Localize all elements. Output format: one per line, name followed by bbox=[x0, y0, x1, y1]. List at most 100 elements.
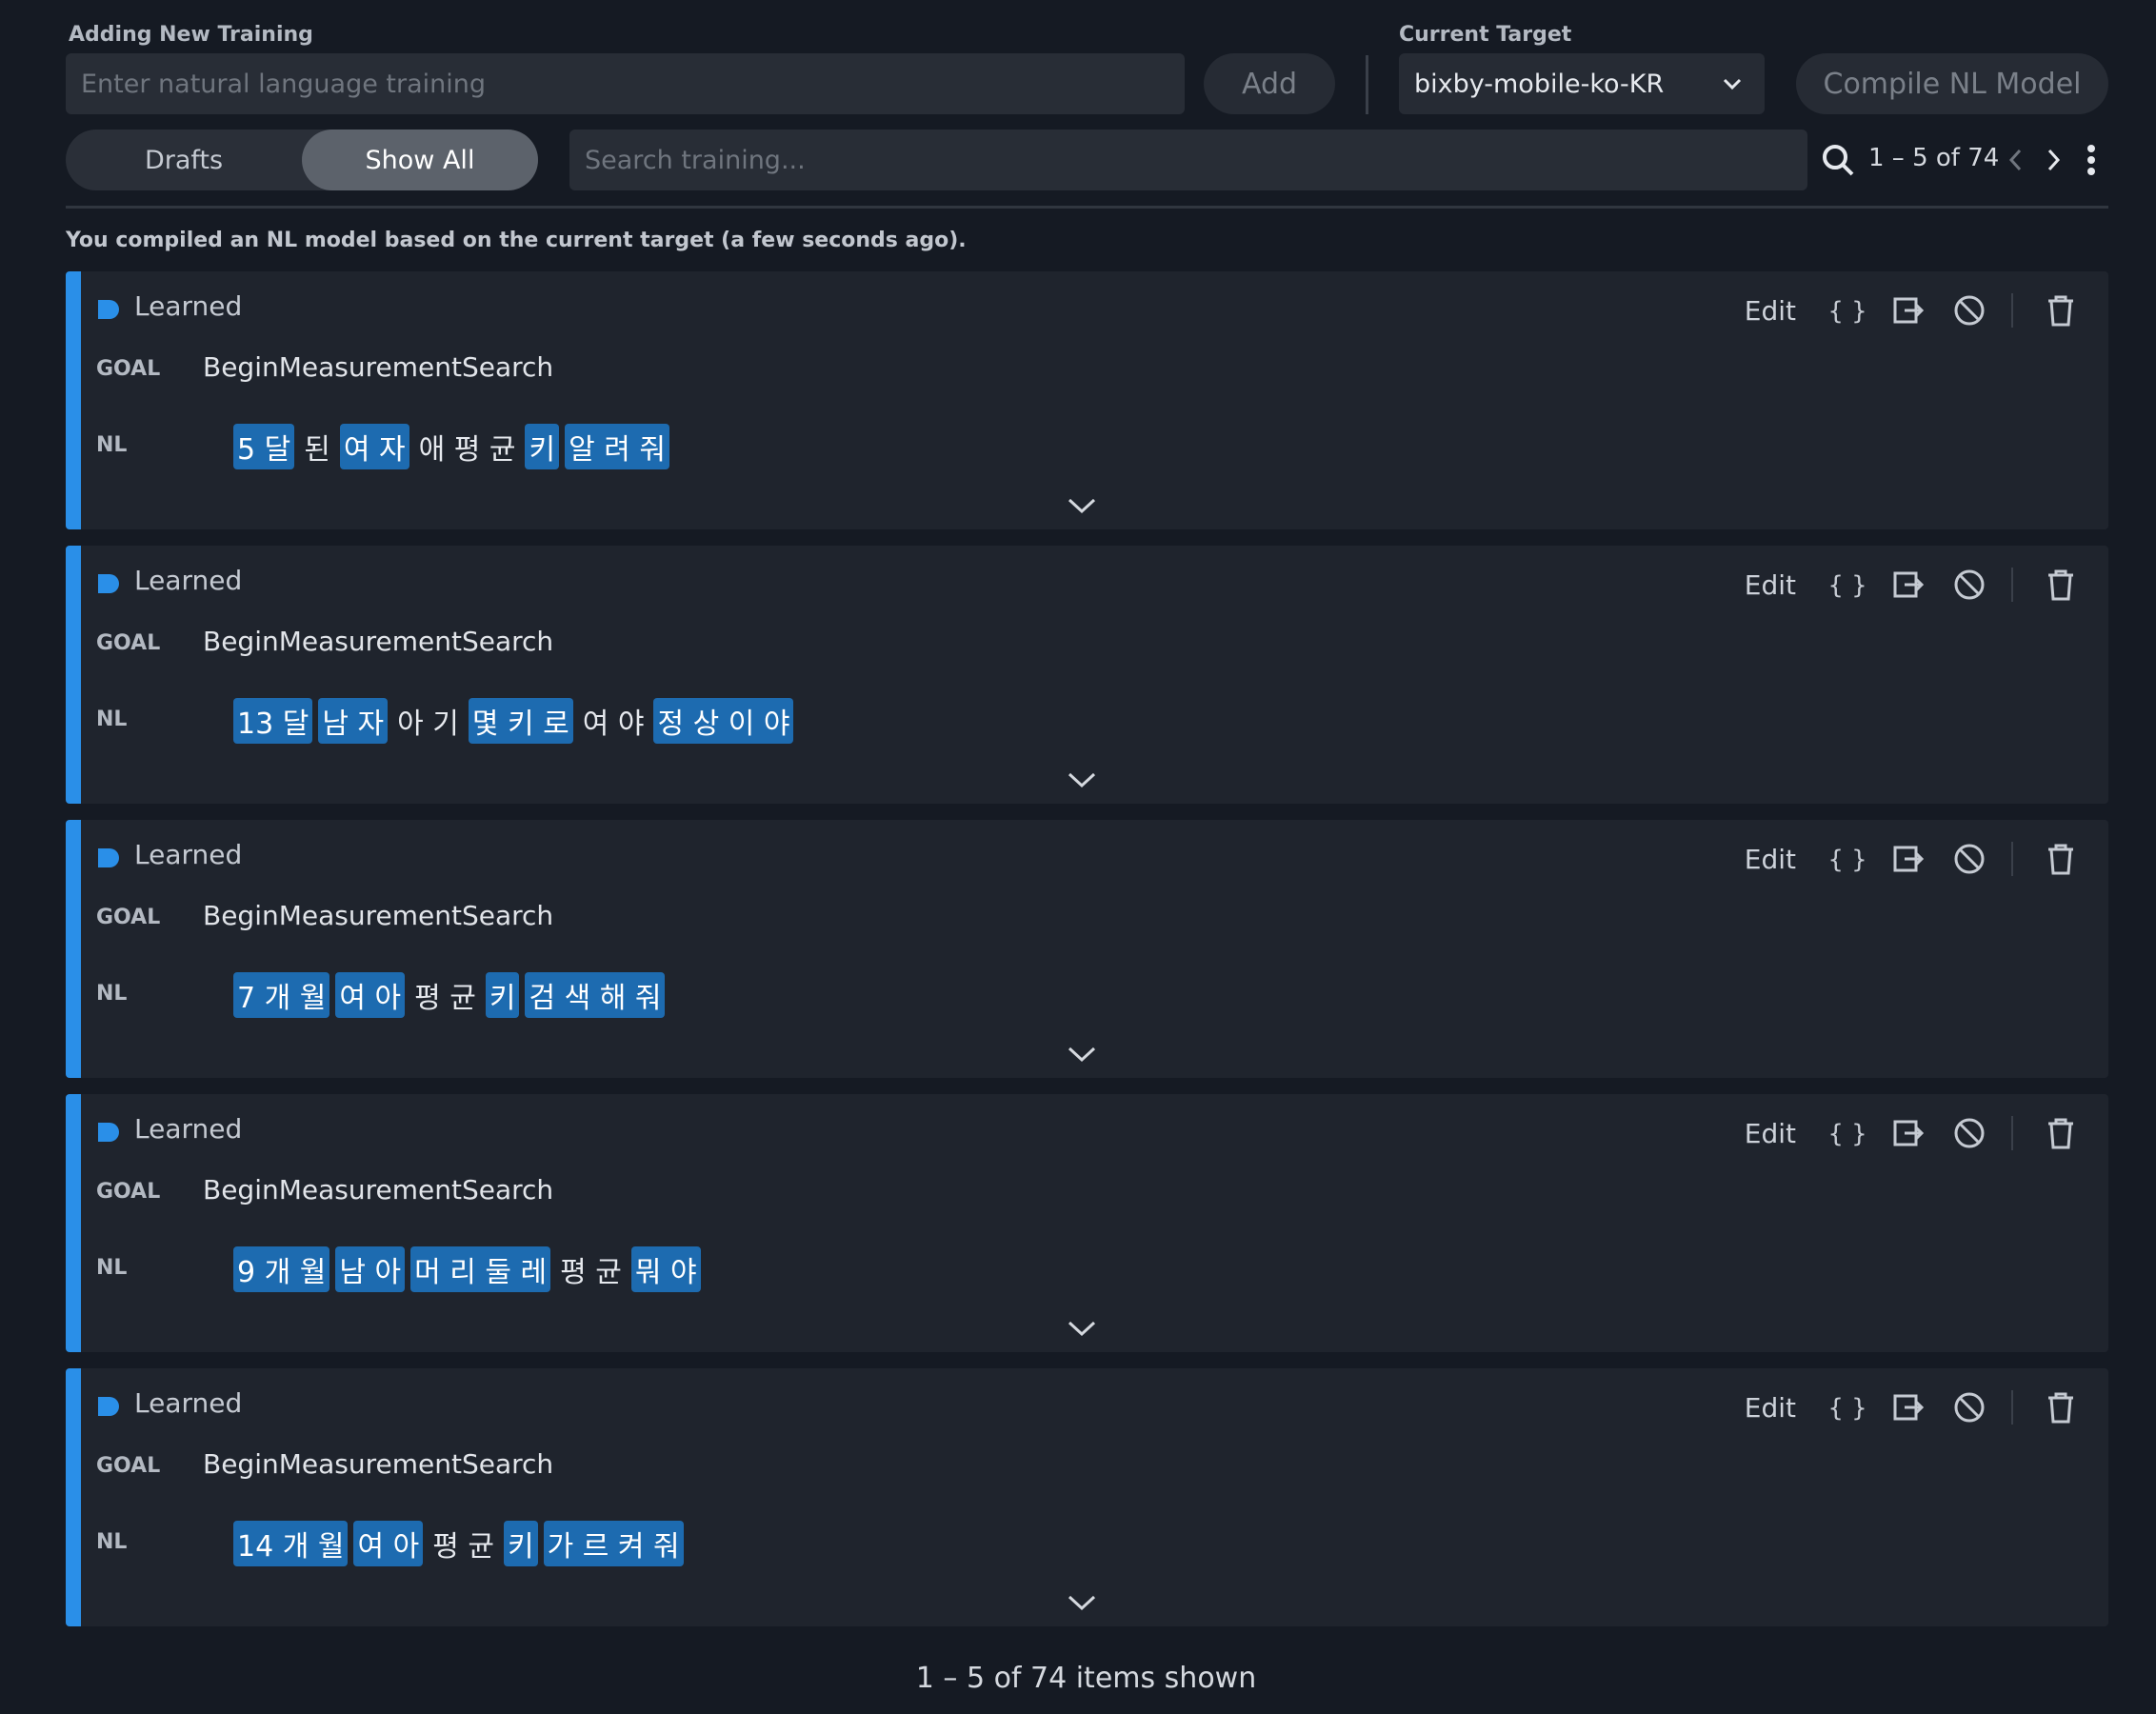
json-braces-icon[interactable]: { } bbox=[1828, 1114, 1867, 1152]
edit-button[interactable]: Edit bbox=[1745, 1118, 1796, 1149]
nl-utterance[interactable]: 9 개 월남 아머 리 둘 레평 균뭐 야 bbox=[233, 1246, 701, 1292]
nl-token-annotated[interactable]: 알 려 줘 bbox=[565, 424, 669, 469]
json-braces-icon[interactable]: { } bbox=[1828, 291, 1867, 329]
disable-icon[interactable] bbox=[1950, 1388, 1988, 1426]
export-icon[interactable] bbox=[1889, 566, 1927, 604]
nl-token[interactable]: 평 균 bbox=[410, 972, 480, 1018]
nl-token[interactable]: 여 야 bbox=[579, 698, 649, 744]
nl-token[interactable]: 아 기 bbox=[393, 698, 463, 744]
current-target-label: Current Target bbox=[1399, 23, 1572, 47]
disable-icon[interactable] bbox=[1950, 291, 1988, 329]
json-braces-icon[interactable]: { } bbox=[1828, 1388, 1867, 1426]
export-icon[interactable] bbox=[1889, 840, 1927, 878]
chevron-down-icon[interactable] bbox=[1066, 1043, 1098, 1066]
disable-icon[interactable] bbox=[1950, 840, 1988, 878]
edit-button[interactable]: Edit bbox=[1745, 295, 1796, 327]
nl-token-annotated[interactable]: 여 자 bbox=[339, 424, 409, 469]
chevron-right-icon[interactable] bbox=[2044, 147, 2063, 173]
nl-token-annotated[interactable]: 14 개 월 bbox=[233, 1521, 349, 1566]
nl-token-annotated[interactable]: 13 달 bbox=[233, 698, 313, 744]
new-training-label: Adding New Training bbox=[69, 23, 313, 47]
actions-divider bbox=[2011, 1390, 2013, 1425]
chevron-down-icon[interactable] bbox=[1066, 1317, 1098, 1340]
nl-token-annotated[interactable]: 남 아 bbox=[335, 1246, 406, 1292]
card-actions: Edit { } bbox=[1745, 1111, 2080, 1155]
actions-divider bbox=[2011, 1116, 2013, 1150]
actions-divider bbox=[2011, 293, 2013, 328]
nl-token-annotated[interactable]: 남 자 bbox=[318, 698, 389, 744]
chevron-down-icon[interactable] bbox=[1066, 1591, 1098, 1614]
search-icon[interactable] bbox=[1821, 143, 1855, 177]
nl-token-annotated[interactable]: 여 아 bbox=[353, 1521, 424, 1566]
actions-divider bbox=[2011, 568, 2013, 602]
card-accent-bar bbox=[66, 271, 81, 529]
status-label: Learned bbox=[134, 839, 243, 870]
add-button[interactable]: Add bbox=[1204, 53, 1335, 114]
status-label: Learned bbox=[134, 1387, 243, 1419]
nl-token-annotated[interactable]: 7 개 월 bbox=[233, 972, 330, 1018]
edit-button[interactable]: Edit bbox=[1745, 844, 1796, 875]
edit-button[interactable]: Edit bbox=[1745, 1392, 1796, 1424]
json-braces-icon[interactable]: { } bbox=[1828, 840, 1867, 878]
trash-icon[interactable] bbox=[2042, 291, 2080, 329]
disable-icon[interactable] bbox=[1950, 566, 1988, 604]
nl-token[interactable]: 평 균 bbox=[429, 1521, 498, 1566]
training-card: Learned GOAL BeginMeasurementSearch NL 7… bbox=[66, 820, 2108, 1078]
svg-text:{ }: { } bbox=[1828, 297, 1867, 326]
nl-utterance[interactable]: 5 달된여 자애 평 균키알 려 줘 bbox=[233, 424, 669, 469]
more-vertical-icon[interactable] bbox=[2084, 143, 2099, 177]
card-actions: Edit { } bbox=[1745, 289, 2080, 332]
nl-token-annotated[interactable]: 뭐 야 bbox=[630, 1246, 701, 1292]
goal-key: GOAL bbox=[96, 1180, 161, 1204]
chevron-down-icon bbox=[1723, 78, 1742, 90]
nl-token-annotated[interactable]: 키 bbox=[503, 1521, 538, 1566]
nl-utterance[interactable]: 7 개 월여 아평 균키검 색 해 줘 bbox=[233, 972, 666, 1018]
search-training-input[interactable] bbox=[569, 130, 1807, 190]
nl-token-annotated[interactable]: 여 아 bbox=[335, 972, 406, 1018]
compile-nl-model-button[interactable]: Compile NL Model bbox=[1796, 53, 2108, 114]
chevron-down-icon[interactable] bbox=[1066, 768, 1098, 791]
current-target-value: bixby-mobile-ko-KR bbox=[1414, 69, 1665, 99]
goal-key: GOAL bbox=[96, 357, 161, 381]
goal-value: BeginMeasurementSearch bbox=[203, 900, 554, 931]
nl-token-annotated[interactable]: 키 bbox=[525, 424, 560, 469]
nl-token[interactable]: 평 균 bbox=[556, 1246, 626, 1292]
chevron-left-icon[interactable] bbox=[2006, 147, 2026, 173]
nl-utterance[interactable]: 14 개 월여 아평 균키가 르 켜 줘 bbox=[233, 1521, 684, 1566]
chevron-down-icon[interactable] bbox=[1066, 494, 1098, 517]
status-label: Learned bbox=[134, 290, 243, 322]
export-icon[interactable] bbox=[1889, 1388, 1927, 1426]
goal-key: GOAL bbox=[96, 906, 161, 929]
nl-token[interactable]: 된 bbox=[300, 424, 334, 469]
nl-token[interactable]: 애 평 균 bbox=[415, 424, 520, 469]
export-icon[interactable] bbox=[1889, 1114, 1927, 1152]
tab-show-all[interactable]: Show All bbox=[302, 130, 538, 190]
nl-token-annotated[interactable]: 몇 키 로 bbox=[468, 698, 573, 744]
goal-key: GOAL bbox=[96, 631, 161, 655]
nl-token-annotated[interactable]: 정 상 이 야 bbox=[653, 698, 794, 744]
nl-key: NL bbox=[96, 708, 128, 731]
current-target-select[interactable]: bixby-mobile-ko-KR bbox=[1399, 53, 1765, 114]
training-card: Learned GOAL BeginMeasurementSearch NL 5… bbox=[66, 271, 2108, 529]
export-icon[interactable] bbox=[1889, 291, 1927, 329]
nl-token-annotated[interactable]: 키 bbox=[485, 972, 520, 1018]
edit-button[interactable]: Edit bbox=[1745, 569, 1796, 601]
nl-utterance[interactable]: 13 달남 자아 기몇 키 로여 야정 상 이 야 bbox=[233, 698, 794, 744]
nl-token-annotated[interactable]: 9 개 월 bbox=[233, 1246, 330, 1292]
trash-icon[interactable] bbox=[2042, 1114, 2080, 1152]
nl-token-annotated[interactable]: 검 색 해 줘 bbox=[525, 972, 666, 1018]
card-accent-bar bbox=[66, 820, 81, 1078]
nl-token-annotated[interactable]: 가 르 켜 줘 bbox=[543, 1521, 684, 1566]
new-training-input[interactable] bbox=[66, 53, 1185, 114]
nl-key: NL bbox=[96, 1256, 128, 1280]
trash-icon[interactable] bbox=[2042, 566, 2080, 604]
toolbar-divider bbox=[66, 206, 2108, 209]
nl-token-annotated[interactable]: 머 리 둘 레 bbox=[410, 1246, 551, 1292]
trash-icon[interactable] bbox=[2042, 1388, 2080, 1426]
nl-token-annotated[interactable]: 5 달 bbox=[233, 424, 295, 469]
json-braces-icon[interactable]: { } bbox=[1828, 566, 1867, 604]
trash-icon[interactable] bbox=[2042, 840, 2080, 878]
training-card: Learned GOAL BeginMeasurementSearch NL 1… bbox=[66, 546, 2108, 804]
tab-drafts[interactable]: Drafts bbox=[66, 130, 302, 190]
disable-icon[interactable] bbox=[1950, 1114, 1988, 1152]
